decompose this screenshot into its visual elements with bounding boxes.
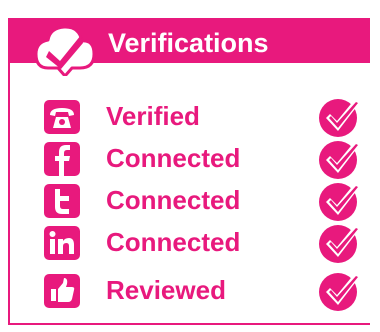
phone-icon xyxy=(44,100,80,134)
verification-status-label: Verified xyxy=(106,101,200,131)
header-title: Verifications xyxy=(108,28,269,58)
facebook-icon xyxy=(44,142,80,176)
check-badge-icon xyxy=(319,141,361,179)
twitter-icon xyxy=(44,184,80,218)
verification-status-label: Connected xyxy=(106,143,241,173)
check-badge-icon xyxy=(319,273,361,311)
check-badge-icon xyxy=(319,225,361,263)
linkedin-icon xyxy=(44,226,80,260)
check-badge-icon xyxy=(319,183,361,221)
verification-status-label: Connected xyxy=(106,185,241,215)
cloud-check-icon xyxy=(34,25,96,76)
verification-status-label: Reviewed xyxy=(106,275,226,305)
thumbs-up-icon xyxy=(44,274,80,308)
check-badge-icon xyxy=(319,99,361,137)
verification-status-label: Connected xyxy=(106,227,241,257)
